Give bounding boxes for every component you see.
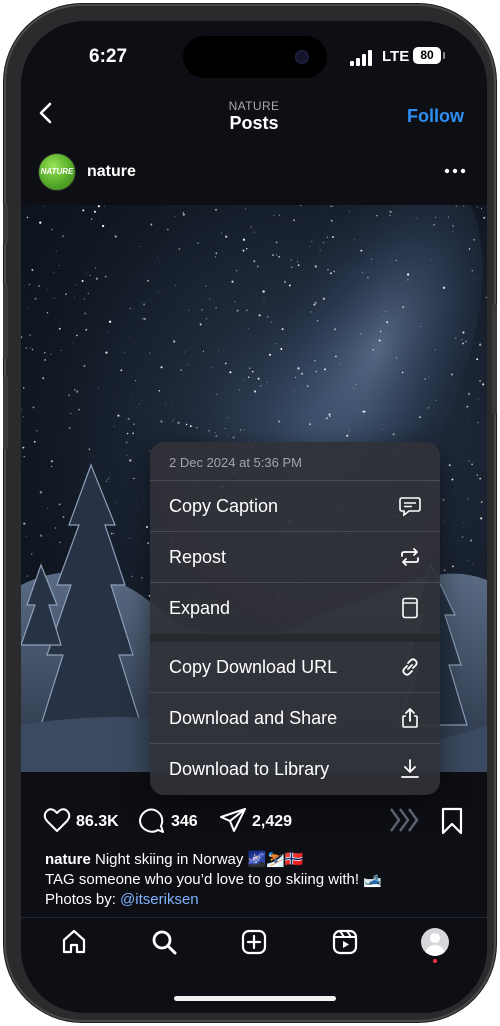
caption-line-1: Night skiing in Norway 🌌⛷️🇳🇴 [95, 851, 304, 868]
caption-credit-prefix: Photos by: [45, 891, 121, 908]
post-caption: nature Night skiing in Norway 🌌⛷️🇳🇴 TAG … [45, 850, 465, 910]
expand-phone-icon [402, 597, 418, 619]
menu-item-label: Copy Download URL [169, 657, 338, 677]
follow-button[interactable]: Follow [407, 106, 464, 127]
create-post-icon[interactable] [240, 928, 268, 956]
action-button [3, 204, 8, 244]
menu-item-expand[interactable]: Expand [150, 583, 440, 642]
caption-line-2: TAG someone who you’d love to go skiing … [45, 871, 382, 888]
post-header: NATURE nature [21, 151, 487, 197]
menu-item-label: Download and Share [169, 708, 338, 728]
post-actions: 86.3K 346 2,429 [21, 803, 487, 837]
menu-item-repost[interactable]: Repost [150, 532, 440, 583]
caption-mention-link[interactable]: @itseriksen [120, 891, 199, 908]
shares-count[interactable]: 2,429 [252, 813, 292, 831]
camera-icon [295, 50, 309, 64]
menu-item-download-and-share[interactable]: Download and Share [150, 693, 440, 744]
screen: 6:27 LTE 80 NATURE Posts Follow NATURE n… [21, 21, 487, 1013]
network-type: LTE [382, 48, 410, 65]
context-menu: 2 Dec 2024 at 5:36 PM Copy Caption Repos… [150, 442, 440, 795]
navigation-header: NATURE Posts Follow [21, 91, 487, 141]
share-icon [402, 708, 418, 728]
volume-down-button [3, 376, 8, 450]
home-icon[interactable] [60, 928, 88, 956]
menu-item-label: Repost [169, 547, 227, 567]
avatar-logo-text: NATURE [40, 167, 74, 176]
signal-icon [350, 50, 374, 66]
comment-icon[interactable] [138, 807, 165, 834]
reels-icon[interactable] [331, 928, 359, 956]
search-icon[interactable] [150, 928, 178, 956]
tab-bar [21, 917, 487, 967]
phone-frame: 6:27 LTE 80 NATURE Posts Follow NATURE n… [3, 4, 497, 1022]
heart-icon[interactable] [43, 807, 71, 833]
menu-item-label: Expand [169, 598, 231, 618]
power-button [492, 304, 497, 414]
notification-dot [433, 959, 437, 963]
volume-up-button [3, 284, 8, 358]
menu-item-copy-download-url[interactable]: Copy Download URL [150, 642, 440, 693]
caption-username[interactable]: nature [45, 851, 91, 868]
dynamic-island [183, 36, 327, 78]
status-bar: 6:27 LTE 80 [21, 21, 487, 81]
menu-item-label: Copy Caption [169, 496, 279, 516]
home-indicator [174, 996, 336, 1001]
caption-bubble-icon [399, 497, 421, 517]
carousel-indicator-icon [390, 808, 419, 832]
bookmark-icon[interactable] [440, 807, 464, 835]
download-icon [401, 759, 419, 778]
profile-avatar-icon[interactable] [421, 928, 449, 956]
more-options-icon[interactable] [443, 163, 467, 179]
avatar[interactable]: NATURE [38, 153, 76, 191]
link-icon [402, 658, 418, 676]
post-username[interactable]: nature [87, 163, 136, 181]
send-icon[interactable] [219, 807, 247, 833]
menu-item-copy-caption[interactable]: Copy Caption [150, 481, 440, 532]
repost-arrows-icon [401, 548, 419, 566]
status-time: 6:27 [89, 46, 128, 67]
menu-item-label: Download to Library [169, 759, 330, 779]
battery-icon: 80 [413, 47, 445, 64]
comments-count[interactable]: 346 [171, 813, 198, 831]
menu-date: 2 Dec 2024 at 5:36 PM [150, 442, 440, 481]
likes-count[interactable]: 86.3K [76, 813, 119, 831]
menu-item-download-to-library[interactable]: Download to Library [150, 744, 440, 795]
